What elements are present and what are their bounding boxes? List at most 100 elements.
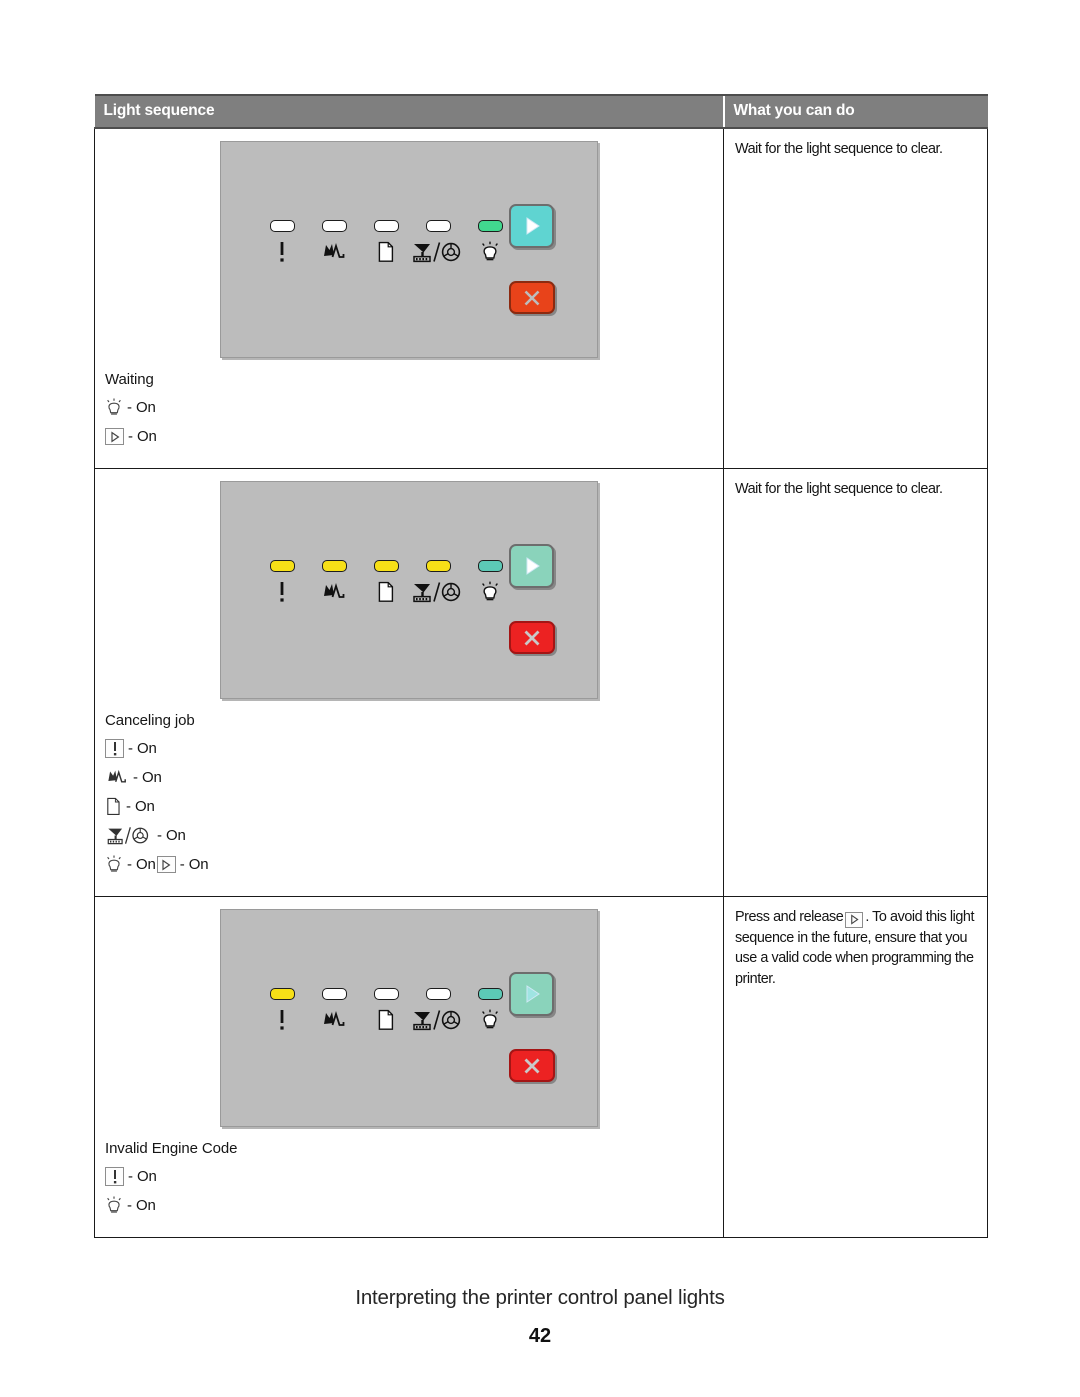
state-value: - On (128, 428, 157, 445)
cancel-button[interactable] (509, 1049, 555, 1082)
light-sequence-table: Light sequence What you can do Waiting -… (94, 94, 988, 1238)
caption-invalid-engine-code: Invalid Engine Code - On - On (105, 1141, 713, 1215)
toner-paper-icon (412, 1008, 464, 1032)
paper-jam-icon (321, 580, 347, 604)
state-value: - On (127, 856, 156, 873)
page-number: 42 (528, 1325, 552, 1347)
paper-icon (377, 240, 395, 264)
state-line: - On - On (105, 855, 713, 874)
column-header-light-sequence: Light sequence (94, 94, 724, 129)
paper-icon (105, 797, 122, 816)
state-value-2: - On (179, 856, 209, 873)
state-line: - On (105, 739, 713, 758)
table-header-row: Light sequence What you can do (94, 94, 988, 129)
exclamation-icon (275, 1008, 289, 1032)
play-triangle-icon (526, 557, 540, 575)
panel-holder (105, 477, 713, 699)
continue-icon (105, 428, 124, 445)
state-title: Canceling job (105, 712, 195, 729)
error-led (269, 560, 295, 572)
caption-canceling-job: Canceling job - On - On - On - On - On -… (105, 713, 713, 874)
panel-holder (105, 137, 713, 358)
state-line: - On (105, 797, 713, 816)
led-group-paper-jam (321, 988, 347, 1032)
paper-jam-led (321, 220, 347, 232)
led-strip (269, 220, 503, 264)
ready-led (477, 220, 503, 232)
state-line: - On (105, 768, 713, 787)
state-value: - On (133, 769, 162, 786)
continue-icon (156, 856, 176, 873)
paper-icon (377, 1008, 395, 1032)
led-group-paper-jam (321, 560, 347, 604)
page-footer: Interpreting the printer control panel l… (0, 1286, 1080, 1348)
cancel-button[interactable] (509, 621, 555, 654)
close-icon (524, 290, 540, 305)
cell-action-canceling-job: Wait for the light sequence to clear. (723, 468, 988, 897)
led-group-ready (477, 220, 503, 264)
ready-icon (105, 398, 123, 417)
exclamation-icon (275, 580, 289, 604)
state-line: - On (105, 427, 713, 446)
load-paper-led (373, 560, 399, 572)
led-group-load-paper (373, 560, 399, 604)
ready-icon (105, 1196, 123, 1215)
footer-section-title: Interpreting the printer control panel l… (355, 1286, 725, 1309)
paper-jam-icon (105, 768, 129, 787)
ready-icon (480, 1008, 500, 1032)
state-line: - On (105, 1196, 713, 1215)
continue-icon (845, 911, 864, 928)
close-icon (524, 630, 540, 645)
caption-waiting: Waiting - On - On (105, 372, 713, 446)
cell-action-invalid-engine-code: Press and release . To avoid this light … (723, 896, 988, 1238)
led-group-error (269, 560, 295, 604)
led-group-paper-jam (321, 220, 347, 264)
ready-icon (480, 580, 500, 604)
led-strip (269, 560, 503, 604)
toner-paper-icon (412, 240, 464, 264)
printer-control-panel-invalid-engine-code (220, 909, 598, 1127)
state-value: - On (127, 399, 156, 416)
toner-led (425, 220, 451, 232)
exclamation-icon (275, 240, 289, 264)
led-group-ready (477, 988, 503, 1032)
toner-led (425, 988, 451, 1000)
led-group-error (269, 220, 295, 264)
led-group-toner (413, 220, 461, 264)
continue-button[interactable] (509, 204, 554, 248)
panel-holder (105, 905, 713, 1127)
state-line: - On (105, 1167, 713, 1186)
continue-button[interactable] (509, 972, 554, 1016)
printer-control-panel-waiting (220, 141, 598, 358)
cancel-button[interactable] (509, 281, 555, 314)
play-triangle-icon (526, 217, 540, 235)
close-icon (524, 1058, 540, 1073)
led-group-error (269, 988, 295, 1032)
ready-led (477, 560, 503, 572)
action-text-before: Press and release (735, 909, 844, 925)
paper-jam-icon (321, 240, 347, 264)
paper-jam-led (321, 560, 347, 572)
cell-light-sequence-waiting: Waiting - On - On (94, 128, 724, 469)
led-group-load-paper (373, 988, 399, 1032)
led-group-load-paper (373, 220, 399, 264)
table-row: Canceling job - On - On - On - On - On -… (94, 468, 988, 897)
table-row: Invalid Engine Code - On - On Press and … (94, 896, 988, 1238)
ready-led (477, 988, 503, 1000)
toner-paper-icon (105, 826, 153, 845)
led-group-toner (413, 988, 461, 1032)
ready-icon (105, 855, 123, 874)
ready-icon (480, 240, 500, 264)
paper-jam-icon (321, 1008, 347, 1032)
state-title: Waiting (105, 371, 154, 388)
cell-light-sequence-invalid-engine-code: Invalid Engine Code - On - On (94, 896, 724, 1238)
load-paper-led (373, 988, 399, 1000)
led-strip (269, 988, 503, 1032)
manual-page: Light sequence What you can do Waiting -… (0, 0, 1080, 1397)
state-value: - On (128, 740, 157, 757)
continue-button[interactable] (509, 544, 554, 588)
cell-action-waiting: Wait for the light sequence to clear. (723, 128, 988, 469)
paper-jam-led (321, 988, 347, 1000)
column-header-what-you-can-do: What you can do (722, 94, 988, 129)
state-value: - On (157, 827, 186, 844)
